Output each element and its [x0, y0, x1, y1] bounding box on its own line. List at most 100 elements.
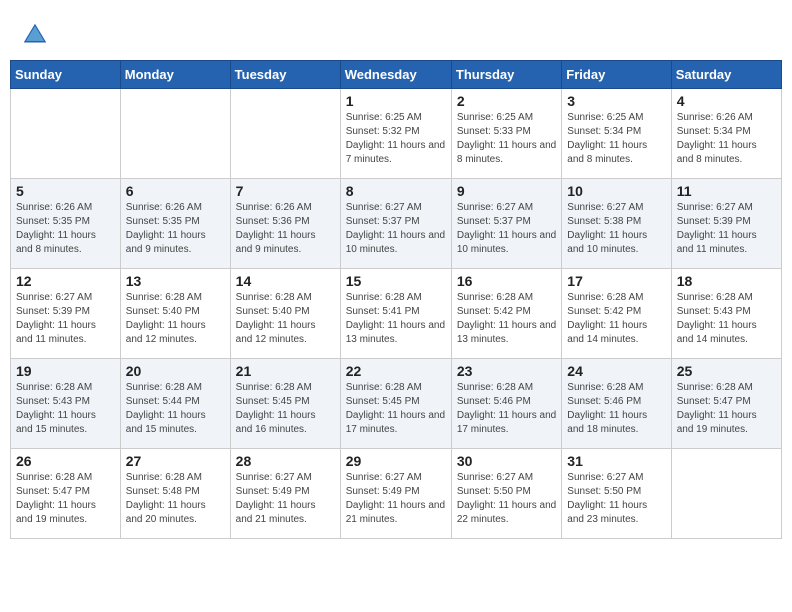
day-number: 22 — [346, 363, 446, 379]
calendar-week-row: 12Sunrise: 6:27 AMSunset: 5:39 PMDayligh… — [11, 269, 782, 359]
calendar-cell: 9 Sunrise: 6:27 AMSunset: 5:37 PMDaylight… — [451, 179, 561, 269]
day-info: Sunrise: 6:28 AMSunset: 5:48 PMDaylight:… — [126, 471, 225, 527]
day-number: 17 — [567, 273, 665, 289]
calendar-cell: 12Sunrise: 6:27 AMSunset: 5:39 PMDayligh… — [11, 269, 121, 359]
day-number: 12 — [16, 273, 115, 289]
day-number: 24 — [567, 363, 665, 379]
calendar-cell — [11, 89, 121, 179]
calendar-cell: 28 Sunrise: 6:27 AMSunset: 5:49 PMDayligh… — [230, 449, 340, 539]
day-number: 13 — [126, 273, 225, 289]
calendar-cell: 26 Sunrise: 6:28 AMSunset: 5:47 PMDayligh… — [11, 449, 121, 539]
day-info: Sunrise: 6:28 AMSunset: 5:41 PMDaylight:… — [346, 291, 446, 347]
calendar-cell — [120, 89, 230, 179]
day-number: 19 — [16, 363, 115, 379]
calendar-cell: 2 Sunrise: 6:25 AMSunset: 5:33 PMDaylight… — [451, 89, 561, 179]
calendar-header-tuesday: Tuesday — [230, 61, 340, 89]
calendar-cell: 4 Sunrise: 6:26 AMSunset: 5:34 PMDaylight… — [671, 89, 781, 179]
day-info: Sunrise: 6:27 AMSunset: 5:38 PMDaylight:… — [567, 201, 665, 257]
day-number: 8 — [346, 183, 446, 199]
day-number: 31 — [567, 453, 665, 469]
calendar-cell: 29 Sunrise: 6:27 AMSunset: 5:49 PMDayligh… — [340, 449, 451, 539]
day-number: 7 — [236, 183, 335, 199]
calendar-cell: 6 Sunrise: 6:26 AMSunset: 5:35 PMDaylight… — [120, 179, 230, 269]
day-info: Sunrise: 6:28 AMSunset: 5:43 PMDaylight:… — [16, 381, 115, 437]
calendar-cell: 19 Sunrise: 6:28 AMSunset: 5:43 PMDayligh… — [11, 359, 121, 449]
day-info: Sunrise: 6:25 AMSunset: 5:32 PMDaylight:… — [346, 111, 446, 167]
calendar-cell: 25 Sunrise: 6:28 AMSunset: 5:47 PMDayligh… — [671, 359, 781, 449]
day-info: Sunrise: 6:28 AMSunset: 5:47 PMDaylight:… — [16, 471, 115, 527]
calendar-cell: 20 Sunrise: 6:28 AMSunset: 5:44 PMDayligh… — [120, 359, 230, 449]
calendar-cell: 23 Sunrise: 6:28 AMSunset: 5:46 PMDayligh… — [451, 359, 561, 449]
day-info: Sunrise: 6:25 AMSunset: 5:33 PMDaylight:… — [457, 111, 556, 167]
calendar-cell: 14 Sunrise: 6:28 AMSunset: 5:40 PMDayligh… — [230, 269, 340, 359]
day-number: 3 — [567, 93, 665, 109]
day-info: Sunrise: 6:28 AMSunset: 5:47 PMDaylight:… — [677, 381, 776, 437]
page-header — [10, 10, 782, 55]
calendar-cell: 21Sunrise: 6:28 AMSunset: 5:45 PMDayligh… — [230, 359, 340, 449]
day-number: 27 — [126, 453, 225, 469]
day-number: 9 — [457, 183, 556, 199]
day-info: Sunrise: 6:28 AMSunset: 5:46 PMDaylight:… — [567, 381, 665, 437]
day-info: Sunrise: 6:25 AMSunset: 5:34 PMDaylight:… — [567, 111, 665, 167]
day-number: 15 — [346, 273, 446, 289]
day-info: Sunrise: 6:26 AMSunset: 5:35 PMDaylight:… — [16, 201, 115, 257]
day-info: Sunrise: 6:28 AMSunset: 5:40 PMDaylight:… — [126, 291, 225, 347]
calendar-cell — [230, 89, 340, 179]
calendar-week-row: 26 Sunrise: 6:28 AMSunset: 5:47 PMDayligh… — [11, 449, 782, 539]
day-number: 20 — [126, 363, 225, 379]
calendar-cell: 8 Sunrise: 6:27 AMSunset: 5:37 PMDaylight… — [340, 179, 451, 269]
day-number: 28 — [236, 453, 335, 469]
day-info: Sunrise: 6:28 AMSunset: 5:42 PMDaylight:… — [567, 291, 665, 347]
calendar-cell: 5 Sunrise: 6:26 AMSunset: 5:35 PMDaylight… — [11, 179, 121, 269]
day-info: Sunrise: 6:28 AMSunset: 5:40 PMDaylight:… — [236, 291, 335, 347]
day-info: Sunrise: 6:26 AMSunset: 5:34 PMDaylight:… — [677, 111, 776, 167]
calendar-cell: 24 Sunrise: 6:28 AMSunset: 5:46 PMDayligh… — [562, 359, 671, 449]
day-number: 25 — [677, 363, 776, 379]
day-info: Sunrise: 6:28 AMSunset: 5:46 PMDaylight:… — [457, 381, 556, 437]
calendar-cell: 10Sunrise: 6:27 AMSunset: 5:38 PMDayligh… — [562, 179, 671, 269]
day-number: 29 — [346, 453, 446, 469]
calendar-cell: 30Sunrise: 6:27 AMSunset: 5:50 PMDayligh… — [451, 449, 561, 539]
day-number: 14 — [236, 273, 335, 289]
day-info: Sunrise: 6:27 AMSunset: 5:49 PMDaylight:… — [236, 471, 335, 527]
calendar-cell — [671, 449, 781, 539]
day-number: 21 — [236, 363, 335, 379]
day-info: Sunrise: 6:27 AMSunset: 5:39 PMDaylight:… — [677, 201, 776, 257]
day-info: Sunrise: 6:27 AMSunset: 5:37 PMDaylight:… — [457, 201, 556, 257]
day-info: Sunrise: 6:26 AMSunset: 5:35 PMDaylight:… — [126, 201, 225, 257]
day-number: 18 — [677, 273, 776, 289]
day-info: Sunrise: 6:28 AMSunset: 5:44 PMDaylight:… — [126, 381, 225, 437]
calendar-cell: 15 Sunrise: 6:28 AMSunset: 5:41 PMDayligh… — [340, 269, 451, 359]
day-number: 5 — [16, 183, 115, 199]
day-info: Sunrise: 6:28 AMSunset: 5:45 PMDaylight:… — [346, 381, 446, 437]
calendar-header-monday: Monday — [120, 61, 230, 89]
day-number: 11 — [677, 183, 776, 199]
calendar-cell: 3 Sunrise: 6:25 AMSunset: 5:34 PMDaylight… — [562, 89, 671, 179]
calendar-header-thursday: Thursday — [451, 61, 561, 89]
calendar-cell: 27 Sunrise: 6:28 AMSunset: 5:48 PMDayligh… — [120, 449, 230, 539]
calendar-week-row: 19 Sunrise: 6:28 AMSunset: 5:43 PMDayligh… — [11, 359, 782, 449]
day-number: 1 — [346, 93, 446, 109]
day-info: Sunrise: 6:28 AMSunset: 5:43 PMDaylight:… — [677, 291, 776, 347]
day-info: Sunrise: 6:27 AMSunset: 5:50 PMDaylight:… — [567, 471, 665, 527]
day-info: Sunrise: 6:26 AMSunset: 5:36 PMDaylight:… — [236, 201, 335, 257]
calendar-cell: 1 Sunrise: 6:25 AMSunset: 5:32 PMDaylight… — [340, 89, 451, 179]
calendar-header-wednesday: Wednesday — [340, 61, 451, 89]
calendar-cell: 16 Sunrise: 6:28 AMSunset: 5:42 PMDayligh… — [451, 269, 561, 359]
day-number: 6 — [126, 183, 225, 199]
calendar-cell: 13 Sunrise: 6:28 AMSunset: 5:40 PMDayligh… — [120, 269, 230, 359]
day-info: Sunrise: 6:27 AMSunset: 5:50 PMDaylight:… — [457, 471, 556, 527]
day-number: 4 — [677, 93, 776, 109]
calendar-cell: 31 Sunrise: 6:27 AMSunset: 5:50 PMDayligh… — [562, 449, 671, 539]
calendar-header-saturday: Saturday — [671, 61, 781, 89]
calendar-table: SundayMondayTuesdayWednesdayThursdayFrid… — [10, 60, 782, 539]
day-info: Sunrise: 6:27 AMSunset: 5:37 PMDaylight:… — [346, 201, 446, 257]
day-info: Sunrise: 6:28 AMSunset: 5:42 PMDaylight:… — [457, 291, 556, 347]
day-info: Sunrise: 6:27 AMSunset: 5:49 PMDaylight:… — [346, 471, 446, 527]
day-number: 16 — [457, 273, 556, 289]
calendar-header-friday: Friday — [562, 61, 671, 89]
day-number: 23 — [457, 363, 556, 379]
day-number: 2 — [457, 93, 556, 109]
calendar-cell: 11 Sunrise: 6:27 AMSunset: 5:39 PMDayligh… — [671, 179, 781, 269]
day-number: 26 — [16, 453, 115, 469]
